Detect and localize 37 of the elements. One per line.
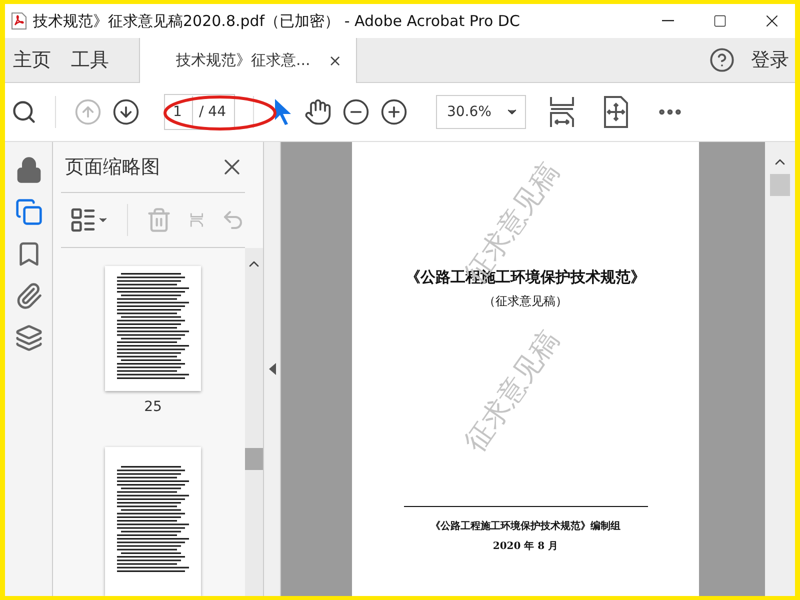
- arrow-down-icon[interactable]: [112, 98, 140, 126]
- fit-page-icon[interactable]: [602, 95, 630, 129]
- page-thumbnail[interactable]: [105, 446, 201, 596]
- pages-icon[interactable]: [14, 198, 42, 226]
- document-date: 2020 年 8 月: [492, 540, 558, 553]
- scrollbar-thumb[interactable]: [245, 448, 263, 470]
- lock-icon[interactable]: [14, 156, 42, 184]
- nav-tab[interactable]: 主页: [5, 38, 63, 82]
- document-subtitle: （征求意见稿）: [484, 293, 568, 310]
- minimize-icon: [662, 20, 674, 22]
- tab-close-icon[interactable]: ×: [328, 51, 342, 70]
- collapse-arrow-icon: [268, 363, 276, 375]
- scrollbar[interactable]: [765, 142, 795, 596]
- zoom-dropdown[interactable]: 30.6%: [436, 95, 526, 129]
- page-number-field[interactable]: 1 / 44: [164, 94, 235, 130]
- scrollbar[interactable]: [245, 248, 263, 596]
- fit-width-icon[interactable]: [548, 95, 576, 129]
- page-total: / 44: [198, 104, 227, 120]
- layers-icon[interactable]: [14, 324, 42, 352]
- pdf-file-icon: [11, 12, 27, 30]
- document-tab[interactable]: 技术规范》征求意... ×: [139, 38, 357, 83]
- options-icon[interactable]: [69, 206, 109, 234]
- page-thumbnail[interactable]: [105, 266, 201, 391]
- maximize-icon: [713, 14, 727, 28]
- page-label: 25: [144, 398, 162, 415]
- window-title: 技术规范》征求意见稿2020.8.pdf（已加密） - Adobe Acrobat Pro DC: [33, 12, 521, 30]
- paperclip-icon[interactable]: [14, 282, 42, 310]
- zoom-out-icon[interactable]: [342, 98, 370, 126]
- document-issuer: 《公路工程施工环境保护技术规范》编制组: [430, 519, 620, 533]
- search-icon[interactable]: [11, 99, 37, 125]
- page-watermark: 征求意见稿: [456, 322, 566, 460]
- hand-icon[interactable]: [304, 98, 332, 126]
- nav-tab[interactable]: 工具: [63, 38, 121, 82]
- scrollbar-thumb[interactable]: [770, 174, 790, 196]
- sign-in-button[interactable]: 登录: [735, 38, 795, 82]
- panel-title: 页面缩略图: [65, 155, 160, 180]
- zoom-in-icon[interactable]: [380, 98, 408, 126]
